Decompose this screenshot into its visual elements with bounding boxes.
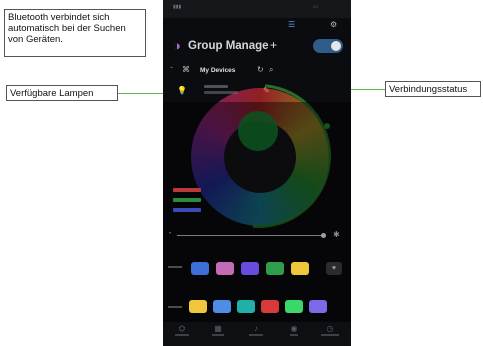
custom-color-swatch[interactable] [261,300,279,313]
custom-color-swatch[interactable] [189,300,207,313]
callout-status: Verbindungsstatus [385,81,481,97]
bottom-nav: ⛭ ▦ ♪ ◉ ◷ [163,322,351,346]
red-channel-bar [173,188,201,192]
custom-color-swatch[interactable] [285,300,303,313]
add-group-button[interactable]: + [270,38,277,52]
custom-row-label [168,306,182,308]
bluetooth-toggle[interactable] [313,39,343,53]
mic-icon: ◉ [290,324,298,333]
list-icon[interactable]: ☰ [288,20,295,29]
group-icon: ⛭ [178,324,186,333]
brightness-slider[interactable] [177,235,325,236]
callout-lamps: Verfügbare Lampen [6,85,118,101]
nav-item-grid[interactable]: ▦ [203,324,233,336]
grid-icon: ▦ [214,324,222,333]
settings-icon[interactable]: ⚙ [330,20,337,29]
brightness-slider-knob[interactable] [321,233,326,238]
timer-icon: ◷ [326,324,334,333]
music-icon: ♪ [254,324,258,333]
nav-item-mic[interactable]: ◉ [279,324,309,336]
preset-color-swatch[interactable] [216,262,234,275]
brightness-low-icon: • [169,231,172,237]
green-channel-bar [173,198,201,202]
phone-screen: ▮▮▮ ▭ ☰ ⚙ ◑ Group Manage + ⌃ ⌘ My Device… [163,0,351,346]
nav-item-music[interactable]: ♪ [241,324,271,336]
brightness-high-icon: ✱ [333,230,340,239]
devices-icon: ⌘ [182,65,190,74]
blue-channel-bar [173,208,201,212]
preset-color-swatch[interactable] [241,262,259,275]
search-icon[interactable]: ⌕ [269,65,273,75]
nav-item-timer[interactable]: ◷ [315,324,345,336]
collapse-icon[interactable]: ⌃ [169,66,174,73]
devices-row[interactable]: ⌃ ⌘ My Devices ↻ ⌕ [163,63,351,81]
preset-color-swatch[interactable] [291,262,309,275]
devices-label: My Devices [200,67,236,74]
lamp-icon: 💡 [177,86,187,95]
custom-color-swatch[interactable] [237,300,255,313]
lamp-name-placeholder [204,85,228,88]
callout-lamps-text: Verfügbare Lampen [10,88,94,99]
callout-bluetooth: Bluetooth verbindet sich automatisch bei… [4,9,146,57]
preset-add-button[interactable]: ♥ [326,262,342,275]
callout-status-text: Verbindungsstatus [389,84,468,95]
refresh-icon[interactable]: ↻ [257,65,264,74]
preset-color-swatch[interactable] [266,262,284,275]
logo-icon: ◑ [173,38,181,53]
signal-icon: ▮▮▮ [173,4,182,10]
preset-row-label [168,266,182,268]
battery-icon: ▭ [313,4,318,10]
custom-color-swatch[interactable] [213,300,231,313]
page-title: Group Manage [188,40,269,52]
custom-color-swatch[interactable] [309,300,327,313]
callout-bluetooth-text: Bluetooth verbindet sich automatisch bei… [8,12,126,45]
nav-item-group[interactable]: ⛭ [167,324,197,336]
preset-color-swatch[interactable] [191,262,209,275]
status-bar: ▮▮▮ ▭ [163,0,351,18]
